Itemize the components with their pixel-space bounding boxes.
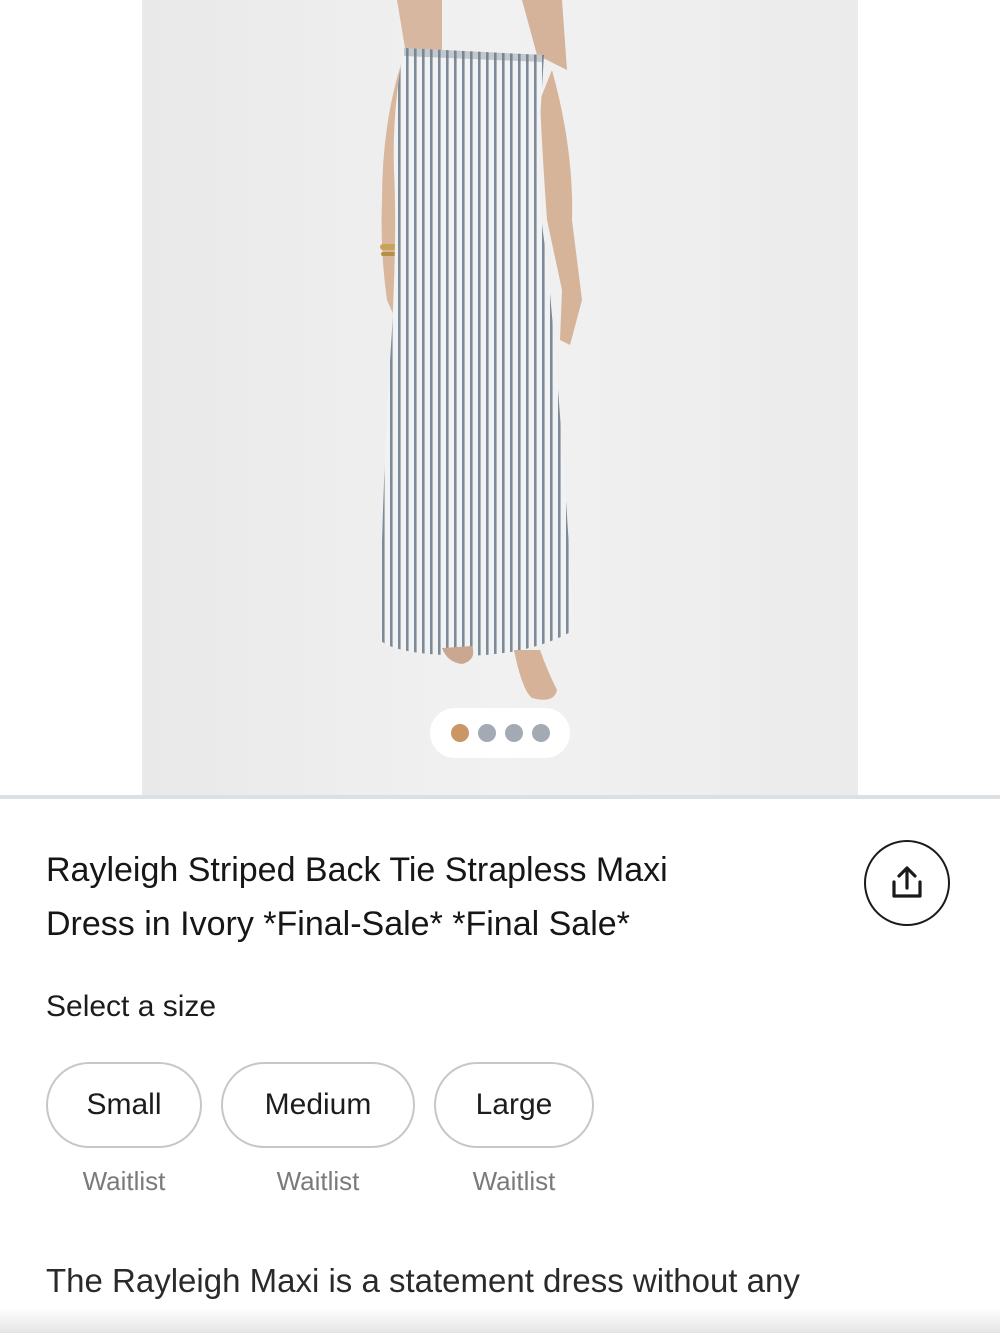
carousel-dot[interactable] [531, 724, 550, 742]
product-title-line1: Rayleigh Striped Back Tie Strapless Maxi [46, 851, 668, 889]
size-option-small: Small Waitlist [46, 1062, 202, 1197]
product-title-line2: Dress in Ivory *Final-Sale* *Final Sale* [46, 905, 630, 943]
size-button-medium[interactable]: Medium [221, 1062, 415, 1148]
share-icon [892, 866, 922, 898]
carousel-dot-active[interactable] [450, 724, 469, 742]
product-image[interactable] [142, 0, 858, 797]
size-option-medium: Medium Waitlist [221, 1062, 415, 1197]
share-button[interactable] [864, 840, 950, 926]
size-button-large[interactable]: Large [434, 1062, 594, 1148]
size-selector-label: Select a size [46, 990, 217, 1023]
size-status-large: Waitlist [472, 1166, 556, 1196]
product-description: The Rayleigh Maxi is a statement dress w… [46, 1262, 800, 1299]
scroll-fade [0, 1308, 1000, 1333]
size-status-medium: Waitlist [276, 1166, 360, 1196]
section-divider [0, 795, 1000, 799]
carousel-dot[interactable] [504, 724, 523, 742]
product-gallery[interactable] [0, 0, 1000, 797]
carousel-dot[interactable] [477, 724, 496, 742]
size-option-large: Large Waitlist [434, 1062, 594, 1197]
product-title: Rayleigh Striped Back Tie Strapless Maxi… [46, 843, 806, 951]
carousel-indicator [430, 708, 570, 758]
size-button-small[interactable]: Small [46, 1062, 202, 1148]
model-photo-illustration [142, 0, 858, 797]
size-status-small: Waitlist [82, 1166, 166, 1196]
